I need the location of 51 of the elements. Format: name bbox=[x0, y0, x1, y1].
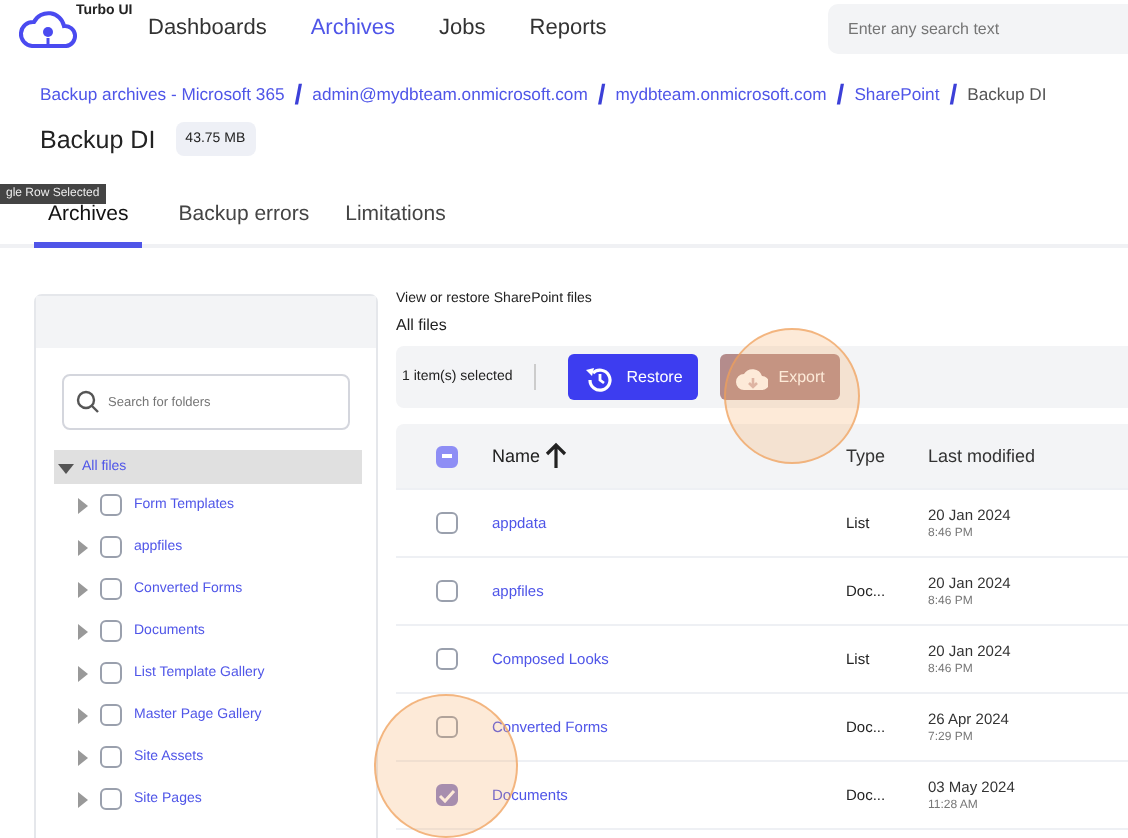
section-title: All files bbox=[396, 316, 449, 334]
sort-arrow-icon bbox=[544, 442, 569, 470]
nav-link[interactable]: Reports bbox=[529, 16, 607, 40]
checkbox[interactable] bbox=[100, 620, 122, 642]
breadcrumb-separator: / bbox=[294, 82, 303, 106]
checkbox[interactable] bbox=[100, 704, 122, 726]
tab[interactable]: Backup errors bbox=[178, 202, 310, 248]
checkbox[interactable] bbox=[100, 536, 122, 558]
restore-button[interactable]: Restore bbox=[568, 354, 699, 400]
checkbox[interactable] bbox=[436, 648, 458, 670]
checkbox[interactable] bbox=[100, 494, 122, 516]
checkbox[interactable] bbox=[100, 578, 122, 600]
caret-icon bbox=[76, 623, 88, 639]
breadcrumb-link[interactable]: mydbteam.onmicrosoft.com bbox=[615, 84, 827, 104]
breadcrumb-current: Backup DI bbox=[967, 84, 1047, 104]
breadcrumb-link[interactable]: Backup archives - Microsoft 365 bbox=[40, 84, 285, 104]
breadcrumb-link[interactable]: admin@mydbteam.onmicrosoft.com bbox=[312, 84, 588, 104]
caret-icon bbox=[76, 581, 88, 597]
caret-icon bbox=[58, 459, 74, 475]
caret-icon bbox=[76, 539, 88, 555]
cloud-download-icon bbox=[736, 363, 769, 391]
nav-link[interactable]: Dashboards bbox=[148, 16, 267, 40]
header-checkbox[interactable] bbox=[436, 445, 458, 467]
check-icon bbox=[438, 787, 456, 803]
page-title: Backup DI bbox=[40, 125, 156, 153]
breadcrumb-separator: / bbox=[836, 82, 845, 106]
search-icon bbox=[76, 390, 100, 414]
breadcrumb-separator: / bbox=[949, 82, 958, 106]
column-header: Last modified bbox=[928, 446, 1036, 466]
breadcrumb-separator: / bbox=[597, 82, 606, 106]
checkbox[interactable] bbox=[436, 716, 458, 738]
column-header: Type bbox=[846, 446, 888, 466]
caret-icon bbox=[76, 497, 88, 513]
checkbox[interactable] bbox=[100, 662, 122, 684]
column-header[interactable]: Name bbox=[492, 446, 541, 466]
caret-icon bbox=[76, 749, 88, 765]
checkbox[interactable] bbox=[100, 746, 122, 768]
checkbox[interactable] bbox=[436, 784, 458, 806]
caret-icon bbox=[76, 707, 88, 723]
checkbox[interactable] bbox=[100, 788, 122, 810]
cloud-logo-icon bbox=[14, 6, 78, 54]
caret-icon bbox=[76, 791, 88, 807]
nav-link[interactable]: Archives bbox=[310, 16, 396, 40]
tab[interactable]: Limitations bbox=[345, 202, 446, 248]
history-icon bbox=[584, 363, 617, 391]
search-field[interactable]: Enter any search text bbox=[828, 4, 1128, 54]
checkbox[interactable] bbox=[436, 512, 458, 534]
caret-icon bbox=[76, 665, 88, 681]
checkbox[interactable] bbox=[436, 580, 458, 602]
nav-link[interactable]: Jobs bbox=[439, 16, 486, 40]
breadcrumb-link[interactable]: SharePoint bbox=[854, 84, 940, 104]
